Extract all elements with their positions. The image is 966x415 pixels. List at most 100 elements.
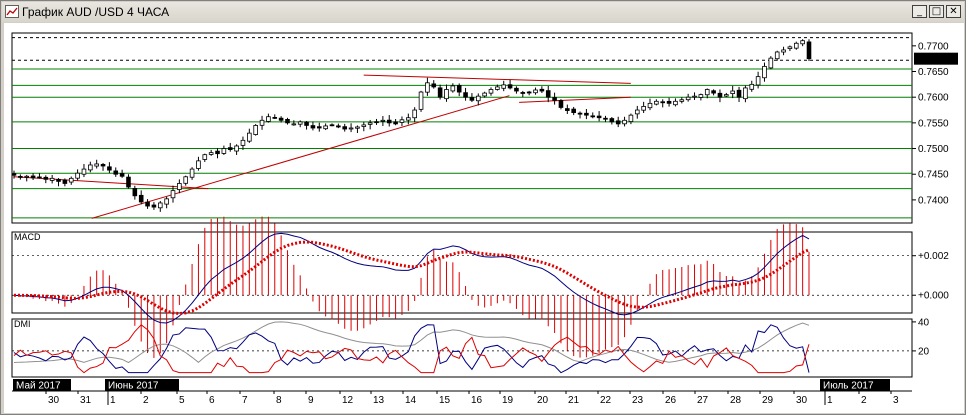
x-tick-label: 13	[373, 395, 385, 406]
candle-body	[539, 88, 545, 92]
candle-body	[724, 94, 729, 97]
candle-body	[367, 122, 373, 125]
candle-body	[62, 179, 68, 184]
candle-body	[456, 85, 462, 93]
candle-body	[113, 170, 119, 175]
candle-body	[565, 108, 570, 111]
candle-body	[138, 194, 144, 203]
price-tick-label: 0.7700	[918, 41, 949, 52]
candle-body	[552, 97, 557, 101]
candle-body	[336, 125, 341, 128]
candle-body	[24, 175, 30, 178]
candle-body	[628, 114, 634, 122]
candle-body	[49, 177, 55, 181]
candle-body	[157, 202, 163, 209]
candle-body	[393, 121, 398, 125]
candle-body	[304, 121, 309, 126]
price-tick-label: 0.7550	[918, 118, 949, 129]
candle-body	[660, 101, 666, 104]
x-tick-label: 21	[568, 395, 580, 406]
candle-body	[342, 126, 348, 130]
dmi-label: DMI	[14, 319, 31, 329]
x-tick-label: 27	[697, 395, 709, 406]
candle-body	[247, 132, 252, 142]
candle-body	[495, 86, 500, 90]
candle-body	[526, 91, 532, 94]
candle-body	[545, 90, 551, 98]
candle-body	[234, 145, 239, 152]
candle-body	[323, 125, 328, 130]
x-tick-label: 16	[471, 395, 483, 406]
candle-body	[768, 57, 774, 69]
candle-body	[743, 87, 748, 100]
maximize-button[interactable]: □	[929, 5, 944, 18]
x-tick-label: 3	[893, 395, 899, 406]
dmi-tick-label: 20	[918, 346, 930, 357]
candle-body	[444, 89, 449, 100]
x-tick-label: 30	[796, 395, 808, 406]
candle-body	[412, 109, 417, 119]
candle-body	[781, 49, 786, 53]
candle-body	[558, 100, 564, 108]
candle-body	[386, 119, 392, 124]
candle-body	[577, 112, 583, 115]
chart-area[interactable]: 0.7700 0.7650 0.7600 0.7550 0.7500 0.7450 0.74…	[4, 23, 964, 413]
candle-body	[81, 168, 87, 175]
candle-body	[679, 99, 685, 102]
candle-body	[329, 124, 335, 127]
window-title: График AUD /USD 4 ЧАСА	[22, 5, 170, 19]
candle-body	[30, 175, 36, 179]
candle-body	[520, 92, 526, 94]
candle-body	[704, 89, 710, 96]
candle-body	[170, 190, 176, 199]
candle-body	[297, 121, 303, 125]
candle-body	[88, 164, 93, 171]
dmi-tick-label: 40	[918, 317, 930, 328]
candle-body	[603, 117, 608, 120]
macd-tick-label: +0.002	[918, 251, 949, 262]
candle-body	[787, 46, 793, 49]
x-tick-label: 1	[110, 395, 116, 406]
candle-body	[666, 100, 672, 104]
x-tick-label: 23	[632, 395, 644, 406]
x-tick-label: 30	[48, 395, 60, 406]
candle-body	[227, 147, 233, 150]
current-price-label: 0.7675	[917, 55, 948, 66]
candle-body	[215, 150, 220, 155]
chart-app-icon	[5, 5, 19, 18]
candle-body	[380, 119, 386, 122]
candle-body	[291, 123, 297, 126]
candle-body	[208, 152, 214, 155]
x-tick-label: 15	[439, 395, 451, 406]
title-bar[interactable]: График AUD /USD 4 ЧАСА _ □ ✕	[2, 2, 964, 22]
x-tick-label: 2	[861, 395, 867, 406]
x-tick-label: 26	[665, 395, 677, 406]
candle-body	[463, 92, 468, 98]
candle-body	[221, 148, 227, 154]
candle-body	[164, 198, 169, 205]
candle-body	[800, 40, 805, 45]
candle-body	[469, 97, 475, 101]
candle-body	[533, 89, 538, 94]
candle-body	[641, 106, 646, 111]
candle-body	[310, 125, 316, 129]
candle-body	[68, 177, 74, 183]
x-tick-label: 29	[762, 395, 774, 406]
candle-body	[609, 118, 615, 123]
minimize-button[interactable]: _	[912, 5, 927, 18]
candle-body	[43, 176, 49, 180]
candle-body	[431, 83, 437, 88]
candle-body	[406, 117, 411, 121]
candle-body	[266, 116, 271, 122]
price-tick-label: 0.7450	[918, 170, 949, 181]
candle-body	[590, 115, 596, 118]
close-button[interactable]: ✕	[946, 5, 961, 18]
macd-tick-label: +0.000	[918, 291, 949, 302]
candle-body	[755, 76, 761, 86]
month-label: Июль 2017	[823, 381, 874, 392]
x-tick-label: 19	[502, 395, 514, 406]
candle-body	[355, 126, 360, 129]
candle-body	[18, 176, 23, 178]
candle-body	[75, 172, 80, 179]
candle-body	[584, 112, 589, 116]
